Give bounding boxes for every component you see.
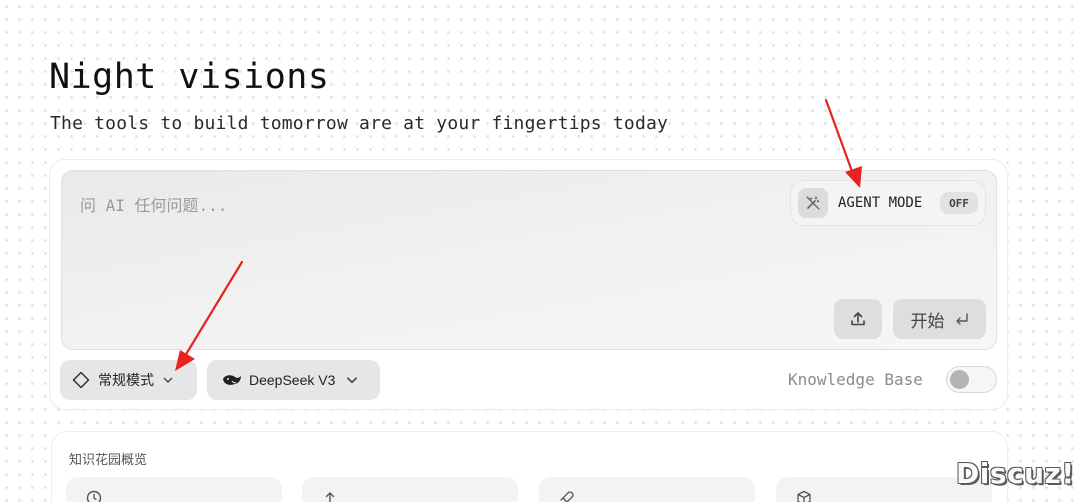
discuz-watermark: Discuz! [956, 457, 1075, 490]
knowledge-garden-tile-1[interactable] [66, 477, 282, 502]
model-dropdown[interactable]: DeepSeek V3 [207, 360, 380, 400]
upload-icon [851, 312, 865, 326]
knowledge-garden-tile-3[interactable] [539, 477, 755, 502]
chevron-down-icon [163, 377, 173, 383]
chevron-down-icon [347, 377, 358, 384]
prompt-input[interactable]: 问 AI 任何问题... [80, 192, 227, 216]
diamond-icon [72, 371, 90, 389]
mode-label: 常规模式 [98, 372, 154, 388]
start-button-label: 开始 [910, 311, 945, 332]
knowledge-base-toggle[interactable] [946, 366, 997, 393]
cube-icon [797, 490, 811, 502]
toggle-knob [950, 370, 969, 389]
upload-icon [325, 492, 335, 502]
clock-icon [86, 490, 102, 502]
rocket-icon [560, 491, 574, 502]
agent-mode-label: AGENT MODE [838, 195, 923, 211]
mode-dropdown[interactable]: 常规模式 [60, 360, 197, 400]
knowledge-garden-tile-2[interactable] [302, 477, 518, 502]
magic-wand-off-icon[interactable] [798, 188, 828, 218]
model-label: DeepSeek V3 [249, 372, 336, 388]
start-button[interactable]: 开始 [893, 299, 986, 339]
deepseek-whale-icon [223, 375, 241, 385]
page-subtitle: The tools to build tomorrow are at your … [50, 113, 669, 134]
upload-button[interactable] [834, 299, 882, 339]
agent-mode-status-badge: OFF [940, 192, 978, 214]
knowledge-base-label: Knowledge Base [788, 370, 923, 389]
enter-key-icon [955, 313, 968, 325]
knowledge-garden-title: 知识花园概览 [69, 453, 148, 468]
page-title: Night visions [49, 57, 330, 97]
